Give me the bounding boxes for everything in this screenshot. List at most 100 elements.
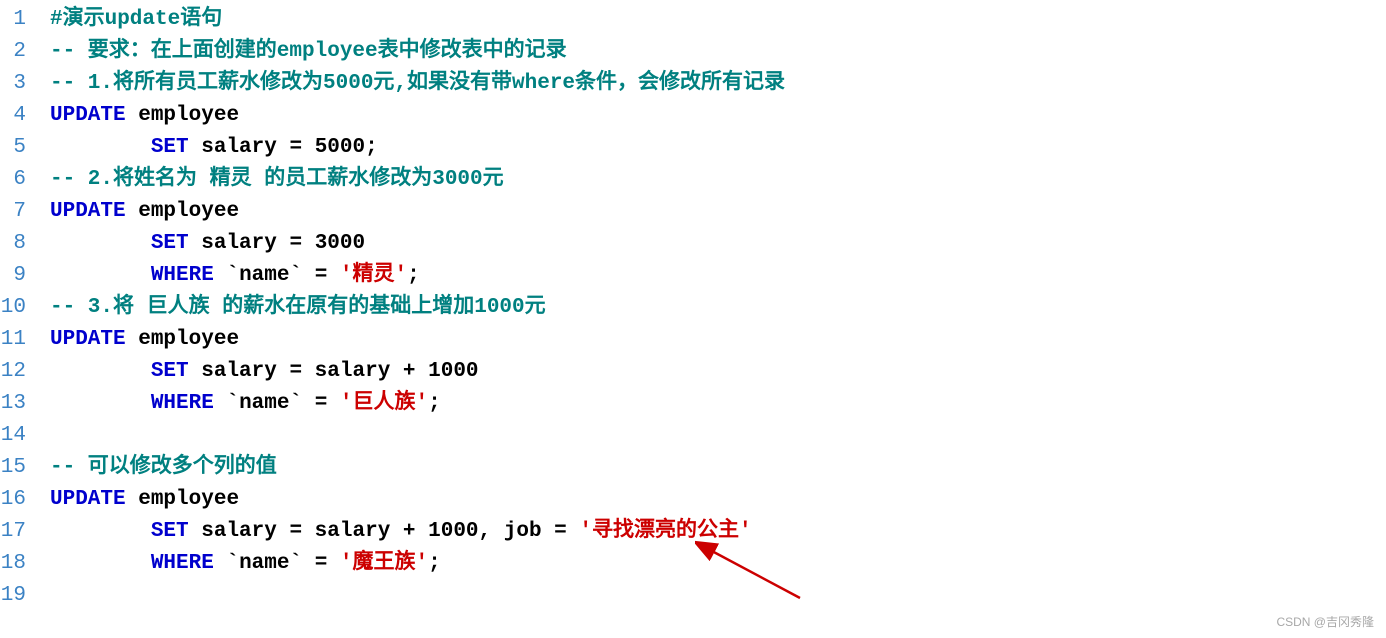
token-ident bbox=[567, 520, 580, 543]
code-line: 18 WHERE `name` = '魔王族'; bbox=[0, 548, 1386, 580]
token-op: = bbox=[315, 264, 328, 287]
token-ident: employee bbox=[126, 104, 239, 127]
token-ident: salary bbox=[189, 136, 290, 159]
line-content: UPDATE employee bbox=[50, 196, 239, 228]
token-ident bbox=[302, 136, 315, 159]
token-ident bbox=[327, 552, 340, 575]
token-ident bbox=[302, 232, 315, 255]
line-content: SET salary = 5000; bbox=[50, 132, 378, 164]
line-content: SET salary = 3000 bbox=[50, 228, 365, 260]
line-number: 15 bbox=[0, 452, 50, 484]
line-number: 10 bbox=[0, 292, 50, 324]
token-keyword: WHERE bbox=[151, 552, 214, 575]
line-content: SET salary = salary + 1000 bbox=[50, 356, 479, 388]
token-ident bbox=[327, 264, 340, 287]
code-line: 6-- 2.将姓名为 精灵 的员工薪水修改为3000元 bbox=[0, 164, 1386, 196]
token-comment-dash: -- 要求：在上面创建的employee表中修改表中的记录 bbox=[50, 40, 567, 63]
line-content: WHERE `name` = '魔王族'; bbox=[50, 548, 441, 580]
token-op: + bbox=[403, 520, 416, 543]
line-number: 18 bbox=[0, 548, 50, 580]
token-ident: employee bbox=[126, 328, 239, 351]
token-op: ` bbox=[289, 392, 302, 415]
line-number: 14 bbox=[0, 420, 50, 452]
token-op: = bbox=[554, 520, 567, 543]
token-ident bbox=[302, 552, 315, 575]
line-number: 2 bbox=[0, 36, 50, 68]
token-ident bbox=[302, 392, 315, 415]
line-content: -- 可以修改多个列的值 bbox=[50, 452, 277, 484]
token-op: = bbox=[289, 136, 302, 159]
line-content: UPDATE employee bbox=[50, 484, 239, 516]
token-ident: salary bbox=[302, 520, 403, 543]
token-keyword: SET bbox=[151, 136, 189, 159]
code-line: 13 WHERE `name` = '巨人族'; bbox=[0, 388, 1386, 420]
token-ident bbox=[302, 264, 315, 287]
token-ident bbox=[50, 136, 151, 159]
code-line: 17 SET salary = salary + 1000, job = '寻找… bbox=[0, 516, 1386, 548]
token-op: ` bbox=[226, 264, 239, 287]
token-ident bbox=[50, 392, 151, 415]
token-ident bbox=[50, 520, 151, 543]
token-op: ; bbox=[407, 264, 420, 287]
token-op: = bbox=[289, 232, 302, 255]
token-keyword: WHERE bbox=[151, 392, 214, 415]
line-content: WHERE `name` = '精灵'; bbox=[50, 260, 420, 292]
line-number: 6 bbox=[0, 164, 50, 196]
token-op: + bbox=[403, 360, 416, 383]
token-keyword: SET bbox=[151, 360, 189, 383]
code-line: 7UPDATE employee bbox=[0, 196, 1386, 228]
token-ident bbox=[50, 552, 151, 575]
token-op: ` bbox=[226, 392, 239, 415]
token-comment-dash: -- 可以修改多个列的值 bbox=[50, 456, 277, 479]
line-number: 13 bbox=[0, 388, 50, 420]
token-str: '寻找漂亮的公主' bbox=[579, 520, 751, 543]
watermark-text: CSDN @吉冈秀隆 bbox=[1276, 613, 1374, 630]
line-number: 4 bbox=[0, 100, 50, 132]
code-line: 14 bbox=[0, 420, 1386, 452]
token-ident bbox=[214, 264, 227, 287]
token-ident: job bbox=[491, 520, 554, 543]
token-keyword: UPDATE bbox=[50, 328, 126, 351]
line-content: SET salary = salary + 1000, job = '寻找漂亮的… bbox=[50, 516, 752, 548]
token-op: ` bbox=[226, 552, 239, 575]
token-num: 1000 bbox=[428, 520, 478, 543]
code-line: 15-- 可以修改多个列的值 bbox=[0, 452, 1386, 484]
token-ident bbox=[50, 232, 151, 255]
token-comment-dash: -- 1.将所有员工薪水修改为5000元,如果没有带where条件，会修改所有记… bbox=[50, 72, 785, 95]
token-op: ` bbox=[289, 264, 302, 287]
line-number: 12 bbox=[0, 356, 50, 388]
code-line: 19 bbox=[0, 580, 1386, 612]
token-str: '巨人族' bbox=[340, 392, 428, 415]
line-content: UPDATE employee bbox=[50, 100, 239, 132]
token-num: 5000 bbox=[315, 136, 365, 159]
token-op: ` bbox=[289, 552, 302, 575]
code-line: 4UPDATE employee bbox=[0, 100, 1386, 132]
code-line: 12 SET salary = salary + 1000 bbox=[0, 356, 1386, 388]
code-line: 5 SET salary = 5000; bbox=[0, 132, 1386, 164]
token-op: ; bbox=[365, 136, 378, 159]
token-ident: salary bbox=[302, 360, 403, 383]
line-content: WHERE `name` = '巨人族'; bbox=[50, 388, 441, 420]
token-keyword: SET bbox=[151, 232, 189, 255]
token-comment-hash: #演示update语句 bbox=[50, 8, 222, 31]
line-number: 11 bbox=[0, 324, 50, 356]
token-ident: salary bbox=[189, 520, 290, 543]
token-keyword: SET bbox=[151, 520, 189, 543]
code-block: 1#演示update语句2-- 要求：在上面创建的employee表中修改表中的… bbox=[0, 4, 1386, 612]
token-ident bbox=[214, 392, 227, 415]
token-op: , bbox=[479, 520, 492, 543]
code-line: 11UPDATE employee bbox=[0, 324, 1386, 356]
token-ident: salary bbox=[189, 232, 290, 255]
line-number: 7 bbox=[0, 196, 50, 228]
token-ident: name bbox=[239, 552, 289, 575]
token-comment-dash: -- 3.将 巨人族 的薪水在原有的基础上增加1000元 bbox=[50, 296, 546, 319]
code-line: 10-- 3.将 巨人族 的薪水在原有的基础上增加1000元 bbox=[0, 292, 1386, 324]
token-op: = bbox=[289, 520, 302, 543]
line-number: 8 bbox=[0, 228, 50, 260]
token-op: ; bbox=[428, 392, 441, 415]
line-content: -- 要求：在上面创建的employee表中修改表中的记录 bbox=[50, 36, 567, 68]
token-ident bbox=[416, 360, 429, 383]
token-ident bbox=[50, 264, 151, 287]
line-content: -- 2.将姓名为 精灵 的员工薪水修改为3000元 bbox=[50, 164, 504, 196]
line-number: 19 bbox=[0, 580, 50, 612]
